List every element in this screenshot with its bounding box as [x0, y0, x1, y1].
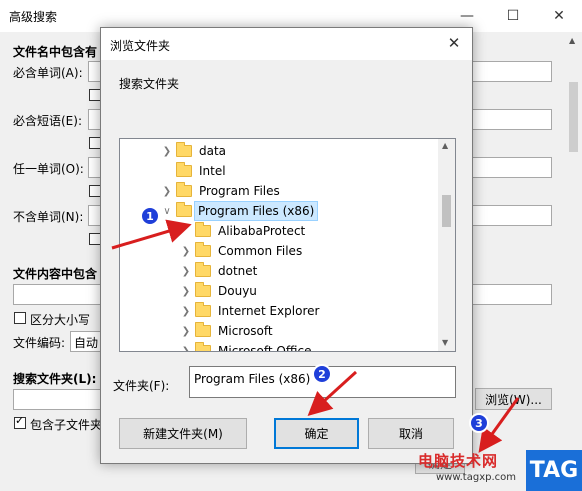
watermark-text: 电脑技术网	[418, 452, 499, 470]
annotation-arrows	[111, 219, 520, 453]
arrow-1	[111, 219, 192, 250]
annotation-badge-2: 2	[312, 364, 332, 384]
annotation-badge-3: 3	[469, 413, 489, 433]
watermark: 电脑技术网 www.tagxp.com TAG	[418, 450, 582, 491]
watermark-logo: TAG	[526, 450, 582, 491]
annotation-badge-1: 1	[140, 206, 160, 226]
watermark-url: www.tagxp.com	[436, 472, 516, 483]
